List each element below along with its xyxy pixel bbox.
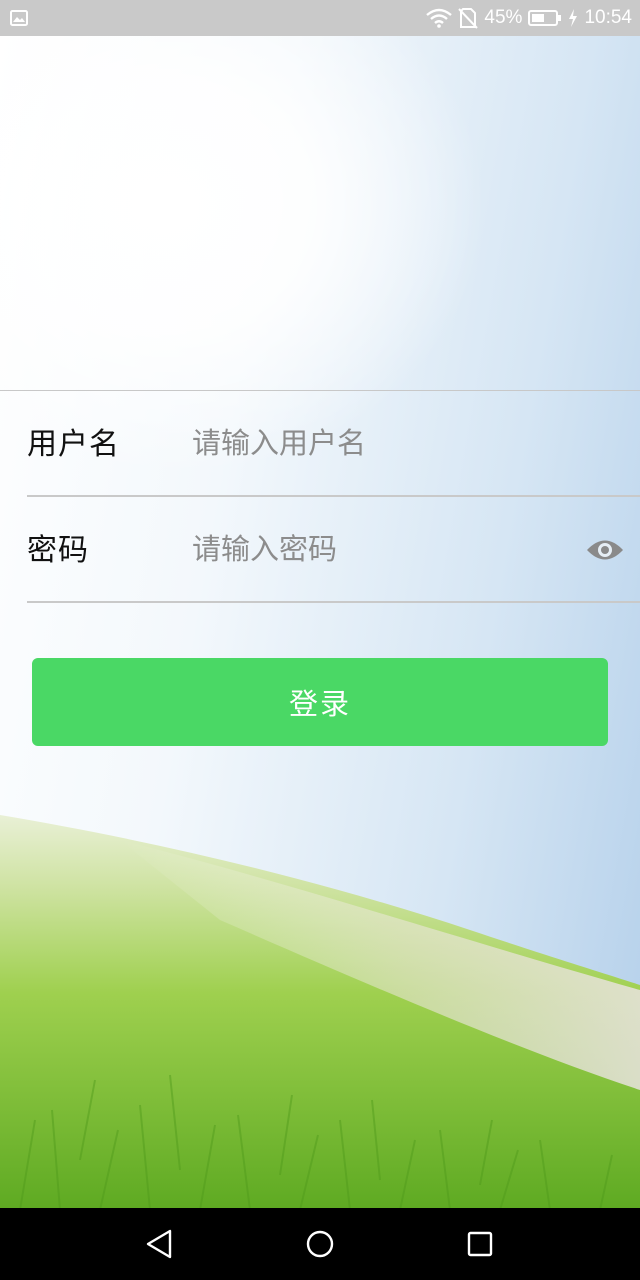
clock: 10:54	[584, 7, 632, 28]
status-bar: 45% 10:54	[0, 0, 640, 36]
recent-square-icon[interactable]	[460, 1228, 500, 1260]
username-input[interactable]	[192, 421, 572, 465]
password-input[interactable]	[192, 527, 572, 571]
home-circle-icon[interactable]	[300, 1228, 340, 1260]
charging-bolt-icon	[569, 9, 578, 27]
gallery-notification-icon	[10, 10, 28, 26]
wifi-icon	[426, 8, 453, 28]
login-button[interactable]: 登录	[32, 658, 608, 746]
grass-field-background	[0, 815, 640, 1211]
password-row: 密码	[27, 497, 640, 603]
battery-icon	[528, 10, 562, 26]
battery-percent: 45%	[484, 7, 523, 28]
no-sim-icon	[458, 8, 479, 29]
username-row: 用户名	[27, 391, 640, 497]
eye-icon[interactable]	[586, 537, 624, 563]
back-triangle-icon[interactable]	[140, 1228, 180, 1260]
password-label: 密码	[27, 533, 89, 568]
username-label: 用户名	[27, 427, 120, 462]
navigation-bar	[0, 1208, 640, 1280]
login-screen: 45% 10:54 用户名 密码 登录	[0, 0, 640, 1280]
